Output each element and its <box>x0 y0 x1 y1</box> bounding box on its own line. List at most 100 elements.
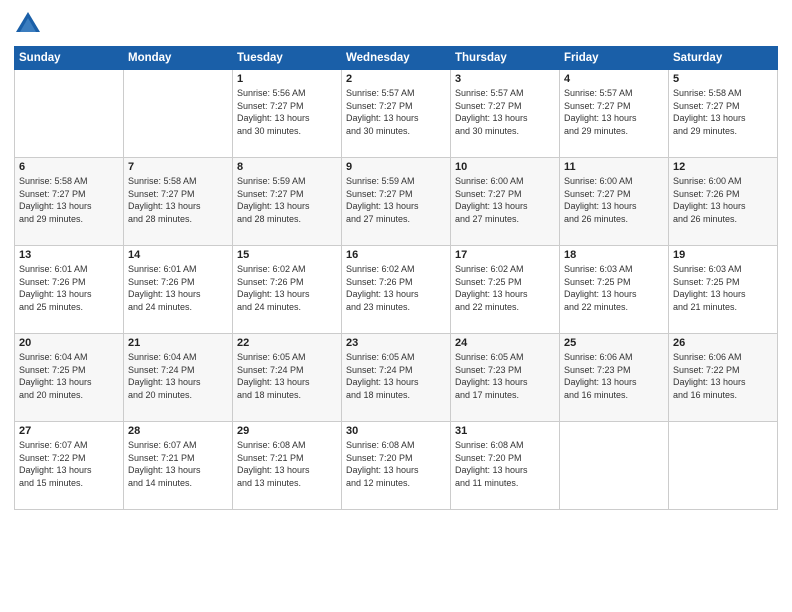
day-number: 30 <box>346 425 446 437</box>
calendar-cell <box>15 70 124 158</box>
calendar-week-row: 13 Sunrise: 6:01 AM Sunset: 7:26 PM Dayli… <box>15 246 778 334</box>
calendar-cell: 17 Sunrise: 6:02 AM Sunset: 7:25 PM Dayli… <box>451 246 560 334</box>
calendar-cell: 31 Sunrise: 6:08 AM Sunset: 7:20 PM Dayli… <box>451 422 560 510</box>
day-number: 18 <box>564 249 664 261</box>
logo <box>14 10 46 38</box>
calendar-cell: 4Sunrise: 5:57 AM Sunset: 7:27 PM Daylig… <box>560 70 669 158</box>
day-info: Sunrise: 6:05 AM Sunset: 7:23 PM Dayligh… <box>455 351 555 401</box>
day-info: Sunrise: 6:07 AM Sunset: 7:21 PM Dayligh… <box>128 439 228 489</box>
day-number: 24 <box>455 337 555 349</box>
weekday-header: Wednesday <box>342 47 451 70</box>
calendar-week-row: 27 Sunrise: 6:07 AM Sunset: 7:22 PM Dayli… <box>15 422 778 510</box>
calendar-cell: 20Sunrise: 6:04 AM Sunset: 7:25 PM Dayli… <box>15 334 124 422</box>
day-info: Sunrise: 6:08 AM Sunset: 7:20 PM Dayligh… <box>455 439 555 489</box>
day-number: 3 <box>455 73 555 85</box>
day-number: 9 <box>346 161 446 173</box>
day-info: Sunrise: 6:06 AM Sunset: 7:23 PM Dayligh… <box>564 351 664 401</box>
calendar-cell: 2 Sunrise: 5:57 AM Sunset: 7:27 PM Daylig… <box>342 70 451 158</box>
day-number: 6 <box>19 161 119 173</box>
calendar-cell: 6 Sunrise: 5:58 AM Sunset: 7:27 PM Daylig… <box>15 158 124 246</box>
day-number: 13 <box>19 249 119 261</box>
calendar-cell <box>124 70 233 158</box>
calendar-cell: 3 Sunrise: 5:57 AM Sunset: 7:27 PM Daylig… <box>451 70 560 158</box>
day-info: Sunrise: 6:00 AM Sunset: 7:27 PM Dayligh… <box>564 175 664 225</box>
calendar-cell: 14Sunrise: 6:01 AM Sunset: 7:26 PM Dayli… <box>124 246 233 334</box>
day-info: Sunrise: 5:58 AM Sunset: 7:27 PM Dayligh… <box>673 87 773 137</box>
calendar-cell: 10 Sunrise: 6:00 AM Sunset: 7:27 PM Dayli… <box>451 158 560 246</box>
day-info: Sunrise: 6:00 AM Sunset: 7:26 PM Dayligh… <box>673 175 773 225</box>
day-number: 15 <box>237 249 337 261</box>
calendar-cell: 23 Sunrise: 6:05 AM Sunset: 7:24 PM Dayli… <box>342 334 451 422</box>
calendar-cell: 22 Sunrise: 6:05 AM Sunset: 7:24 PM Dayli… <box>233 334 342 422</box>
calendar-cell: 13 Sunrise: 6:01 AM Sunset: 7:26 PM Dayli… <box>15 246 124 334</box>
day-number: 12 <box>673 161 773 173</box>
day-info: Sunrise: 6:03 AM Sunset: 7:25 PM Dayligh… <box>564 263 664 313</box>
day-number: 14 <box>128 249 228 261</box>
day-info: Sunrise: 6:03 AM Sunset: 7:25 PM Dayligh… <box>673 263 773 313</box>
day-number: 16 <box>346 249 446 261</box>
day-number: 19 <box>673 249 773 261</box>
day-info: Sunrise: 6:00 AM Sunset: 7:27 PM Dayligh… <box>455 175 555 225</box>
calendar-header-row: SundayMondayTuesdayWednesdayThursdayFrid… <box>15 47 778 70</box>
calendar-cell: 21Sunrise: 6:04 AM Sunset: 7:24 PM Dayli… <box>124 334 233 422</box>
day-number: 10 <box>455 161 555 173</box>
header <box>14 10 778 38</box>
day-info: Sunrise: 5:56 AM Sunset: 7:27 PM Dayligh… <box>237 87 337 137</box>
day-info: Sunrise: 5:58 AM Sunset: 7:27 PM Dayligh… <box>19 175 119 225</box>
calendar-cell: 11 Sunrise: 6:00 AM Sunset: 7:27 PM Dayli… <box>560 158 669 246</box>
day-info: Sunrise: 5:59 AM Sunset: 7:27 PM Dayligh… <box>237 175 337 225</box>
day-info: Sunrise: 6:08 AM Sunset: 7:20 PM Dayligh… <box>346 439 446 489</box>
day-info: Sunrise: 6:01 AM Sunset: 7:26 PM Dayligh… <box>19 263 119 313</box>
day-info: Sunrise: 6:05 AM Sunset: 7:24 PM Dayligh… <box>346 351 446 401</box>
day-number: 17 <box>455 249 555 261</box>
day-number: 28 <box>128 425 228 437</box>
weekday-header: Sunday <box>15 47 124 70</box>
day-info: Sunrise: 5:57 AM Sunset: 7:27 PM Dayligh… <box>455 87 555 137</box>
day-number: 23 <box>346 337 446 349</box>
calendar-cell: 16Sunrise: 6:02 AM Sunset: 7:26 PM Dayli… <box>342 246 451 334</box>
day-info: Sunrise: 6:02 AM Sunset: 7:25 PM Dayligh… <box>455 263 555 313</box>
day-number: 25 <box>564 337 664 349</box>
day-number: 2 <box>346 73 446 85</box>
calendar-cell: 27 Sunrise: 6:07 AM Sunset: 7:22 PM Dayli… <box>15 422 124 510</box>
weekday-header: Tuesday <box>233 47 342 70</box>
day-number: 26 <box>673 337 773 349</box>
day-info: Sunrise: 6:05 AM Sunset: 7:24 PM Dayligh… <box>237 351 337 401</box>
calendar-cell: 30 Sunrise: 6:08 AM Sunset: 7:20 PM Dayli… <box>342 422 451 510</box>
calendar-week-row: 1 Sunrise: 5:56 AM Sunset: 7:27 PM Daylig… <box>15 70 778 158</box>
day-number: 20 <box>19 337 119 349</box>
day-number: 4 <box>564 73 664 85</box>
day-number: 29 <box>237 425 337 437</box>
calendar-table: SundayMondayTuesdayWednesdayThursdayFrid… <box>14 46 778 510</box>
day-number: 31 <box>455 425 555 437</box>
day-info: Sunrise: 5:58 AM Sunset: 7:27 PM Dayligh… <box>128 175 228 225</box>
calendar-cell <box>560 422 669 510</box>
day-number: 27 <box>19 425 119 437</box>
calendar-cell: 26 Sunrise: 6:06 AM Sunset: 7:22 PM Dayli… <box>669 334 778 422</box>
day-number: 5 <box>673 73 773 85</box>
calendar-cell <box>669 422 778 510</box>
calendar-cell: 7 Sunrise: 5:58 AM Sunset: 7:27 PM Daylig… <box>124 158 233 246</box>
weekday-header: Monday <box>124 47 233 70</box>
day-info: Sunrise: 6:07 AM Sunset: 7:22 PM Dayligh… <box>19 439 119 489</box>
calendar-cell: 5 Sunrise: 5:58 AM Sunset: 7:27 PM Daylig… <box>669 70 778 158</box>
calendar-cell: 19 Sunrise: 6:03 AM Sunset: 7:25 PM Dayli… <box>669 246 778 334</box>
calendar-cell: 29 Sunrise: 6:08 AM Sunset: 7:21 PM Dayli… <box>233 422 342 510</box>
day-number: 11 <box>564 161 664 173</box>
logo-icon <box>14 10 42 38</box>
calendar-week-row: 20Sunrise: 6:04 AM Sunset: 7:25 PM Dayli… <box>15 334 778 422</box>
day-info: Sunrise: 5:57 AM Sunset: 7:27 PM Dayligh… <box>346 87 446 137</box>
weekday-header: Saturday <box>669 47 778 70</box>
day-info: Sunrise: 6:08 AM Sunset: 7:21 PM Dayligh… <box>237 439 337 489</box>
weekday-header: Friday <box>560 47 669 70</box>
day-info: Sunrise: 5:59 AM Sunset: 7:27 PM Dayligh… <box>346 175 446 225</box>
calendar-cell: 24 Sunrise: 6:05 AM Sunset: 7:23 PM Dayli… <box>451 334 560 422</box>
page: SundayMondayTuesdayWednesdayThursdayFrid… <box>0 0 792 612</box>
day-info: Sunrise: 6:06 AM Sunset: 7:22 PM Dayligh… <box>673 351 773 401</box>
day-number: 7 <box>128 161 228 173</box>
day-number: 22 <box>237 337 337 349</box>
day-number: 1 <box>237 73 337 85</box>
weekday-header: Thursday <box>451 47 560 70</box>
day-info: Sunrise: 6:04 AM Sunset: 7:24 PM Dayligh… <box>128 351 228 401</box>
calendar-cell: 28 Sunrise: 6:07 AM Sunset: 7:21 PM Dayli… <box>124 422 233 510</box>
